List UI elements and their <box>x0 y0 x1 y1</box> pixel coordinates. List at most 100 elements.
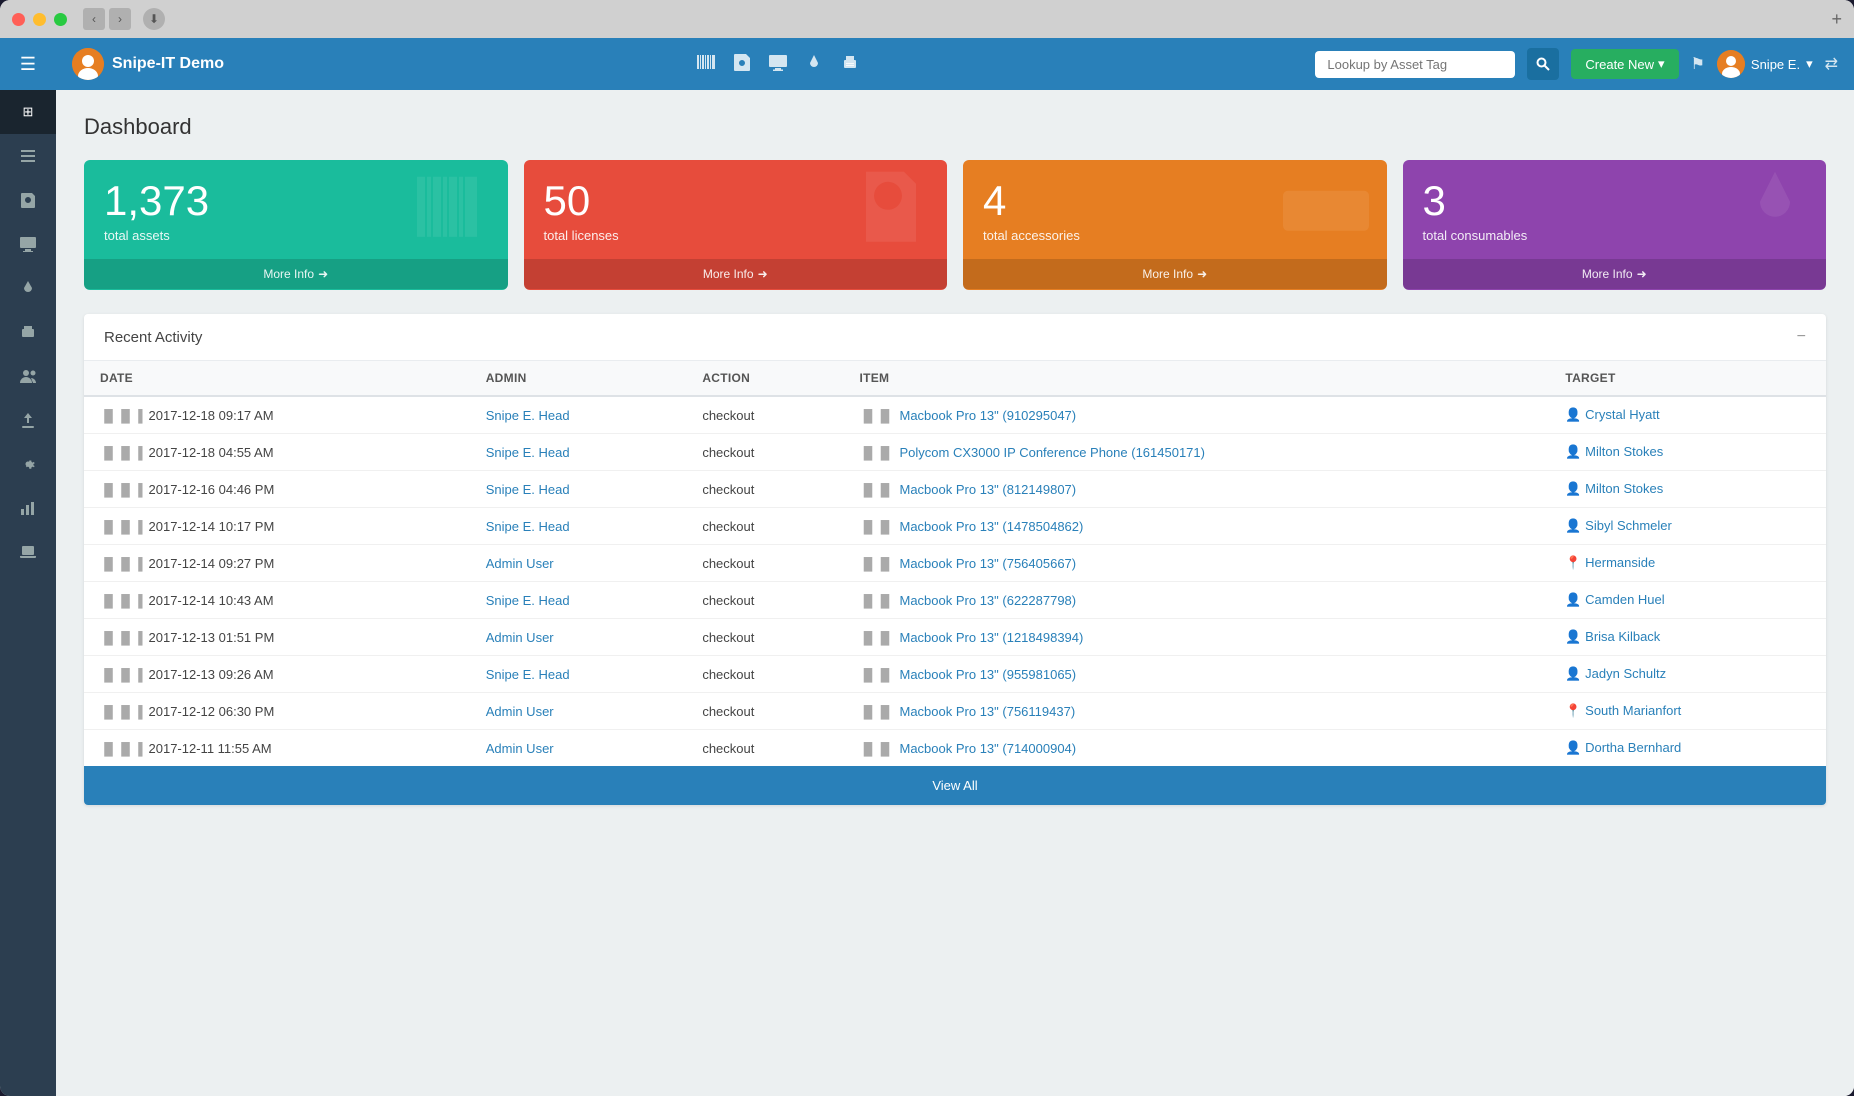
cell-admin[interactable]: Admin User <box>470 730 687 767</box>
admin-link[interactable]: Snipe E. Head <box>486 667 570 682</box>
asset-tag-search[interactable] <box>1315 51 1515 78</box>
sidebar-item-dashboard[interactable]: ⊞ <box>0 90 56 134</box>
laptop-icon <box>19 543 37 561</box>
create-new-button[interactable]: Create New ▾ <box>1571 49 1678 79</box>
save-nav-icon[interactable] <box>732 52 752 77</box>
sidebar-item-upload[interactable] <box>0 398 56 442</box>
close-button[interactable] <box>12 13 25 26</box>
sidebar-item-printers[interactable] <box>0 310 56 354</box>
admin-link[interactable]: Snipe E. Head <box>486 408 570 423</box>
cell-admin[interactable]: Snipe E. Head <box>470 471 687 508</box>
cell-admin[interactable]: Snipe E. Head <box>470 396 687 434</box>
user-menu[interactable]: Snipe E. ▾ <box>1717 50 1813 78</box>
cell-admin[interactable]: Admin User <box>470 545 687 582</box>
sidebar-item-consumables[interactable] <box>0 266 56 310</box>
barcode-nav-icon[interactable] <box>696 52 716 77</box>
sidebar-item-accessories[interactable] <box>0 222 56 266</box>
item-link[interactable]: Macbook Pro 13" (1478504862) <box>900 519 1084 534</box>
cell-item[interactable]: ▐▌▐▌Macbook Pro 13" (756405667) <box>843 545 1549 582</box>
cell-admin[interactable]: Snipe E. Head <box>470 582 687 619</box>
target-link[interactable]: 👤 Crystal Hyatt <box>1565 407 1659 422</box>
cell-item[interactable]: ▐▌▐▌Macbook Pro 13" (955981065) <box>843 656 1549 693</box>
item-link[interactable]: Macbook Pro 13" (622287798) <box>900 593 1077 608</box>
monitor-nav-icon[interactable] <box>768 52 788 77</box>
cell-target[interactable]: 👤 Sibyl Schmeler <box>1549 508 1826 545</box>
droplet-nav-icon[interactable] <box>804 52 824 77</box>
table-row: ▐▌▐▌▐2017-12-14 10:17 PMSnipe E. Headche… <box>84 508 1826 545</box>
admin-link[interactable]: Admin User <box>486 630 554 645</box>
minimize-button[interactable] <box>33 13 46 26</box>
cell-target[interactable]: 👤 Crystal Hyatt <box>1549 396 1826 434</box>
cell-item[interactable]: ▐▌▐▌Macbook Pro 13" (1478504862) <box>843 508 1549 545</box>
target-link[interactable]: 📍 South Marianfort <box>1565 703 1681 718</box>
cell-admin[interactable]: Snipe E. Head <box>470 508 687 545</box>
cell-admin[interactable]: Snipe E. Head <box>470 434 687 471</box>
sidebar-item-users[interactable] <box>0 354 56 398</box>
cell-item[interactable]: ▐▌▐▌Polycom CX3000 IP Conference Phone (… <box>843 434 1549 471</box>
brand[interactable]: Snipe-IT Demo <box>72 48 224 80</box>
sidebar-item-reports[interactable] <box>0 486 56 530</box>
sidebar-item-kiosk[interactable] <box>0 530 56 574</box>
back-button[interactable]: ‹ <box>83 8 105 30</box>
cell-item[interactable]: ▐▌▐▌Macbook Pro 13" (1218498394) <box>843 619 1549 656</box>
cell-item[interactable]: ▐▌▐▌Macbook Pro 13" (910295047) <box>843 396 1549 434</box>
admin-link[interactable]: Snipe E. Head <box>486 445 570 460</box>
cell-item[interactable]: ▐▌▐▌Macbook Pro 13" (714000904) <box>843 730 1549 767</box>
target-link[interactable]: 👤 Milton Stokes <box>1565 444 1663 459</box>
item-link[interactable]: Macbook Pro 13" (1218498394) <box>900 630 1084 645</box>
item-link[interactable]: Macbook Pro 13" (955981065) <box>900 667 1077 682</box>
item-link[interactable]: Macbook Pro 13" (756405667) <box>900 556 1077 571</box>
admin-link[interactable]: Snipe E. Head <box>486 482 570 497</box>
accessories-more-info[interactable]: More Info ➜ <box>963 259 1387 289</box>
target-link[interactable]: 👤 Dortha Bernhard <box>1565 740 1681 755</box>
main-area: Snipe-IT Demo <box>56 38 1854 1096</box>
sidebar-brand[interactable]: ☰ <box>0 38 56 90</box>
admin-link[interactable]: Admin User <box>486 704 554 719</box>
admin-link[interactable]: Admin User <box>486 741 554 756</box>
maximize-button[interactable] <box>54 13 67 26</box>
flag-icon[interactable]: ⚑ <box>1691 54 1705 74</box>
cell-admin[interactable]: Admin User <box>470 693 687 730</box>
cell-item[interactable]: ▐▌▐▌Macbook Pro 13" (756119437) <box>843 693 1549 730</box>
admin-link[interactable]: Snipe E. Head <box>486 593 570 608</box>
target-link[interactable]: 👤 Brisa Kilback <box>1565 629 1660 644</box>
target-link[interactable]: 👤 Camden Huel <box>1565 592 1664 607</box>
sidebar-item-settings[interactable] <box>0 442 56 486</box>
print-nav-icon[interactable] <box>840 52 860 77</box>
cell-target[interactable]: 👤 Milton Stokes <box>1549 434 1826 471</box>
admin-link[interactable]: Admin User <box>486 556 554 571</box>
cell-item[interactable]: ▐▌▐▌Macbook Pro 13" (622287798) <box>843 582 1549 619</box>
sidebar-item-licenses[interactable] <box>0 178 56 222</box>
item-link[interactable]: Macbook Pro 13" (756119437) <box>900 704 1076 719</box>
user-icon: 👤 <box>1565 518 1585 533</box>
sidebar-item-assets[interactable] <box>0 134 56 178</box>
cell-target[interactable]: 📍 South Marianfort <box>1549 693 1826 730</box>
item-link[interactable]: Polycom CX3000 IP Conference Phone (1614… <box>900 445 1205 460</box>
cell-target[interactable]: 👤 Milton Stokes <box>1549 471 1826 508</box>
admin-link[interactable]: Snipe E. Head <box>486 519 570 534</box>
target-link[interactable]: 👤 Milton Stokes <box>1565 481 1663 496</box>
cell-admin[interactable]: Snipe E. Head <box>470 656 687 693</box>
target-link[interactable]: 👤 Jadyn Schultz <box>1565 666 1666 681</box>
share-icon[interactable]: ⇄ <box>1825 54 1838 74</box>
cell-target[interactable]: 👤 Brisa Kilback <box>1549 619 1826 656</box>
search-button[interactable] <box>1527 48 1559 80</box>
cell-target[interactable]: 👤 Dortha Bernhard <box>1549 730 1826 767</box>
item-link[interactable]: Macbook Pro 13" (910295047) <box>900 408 1077 423</box>
new-tab-button[interactable]: + <box>1831 9 1842 30</box>
download-button[interactable]: ⬇ <box>143 8 165 30</box>
view-all-button[interactable]: View All <box>84 766 1826 805</box>
table-head: Date Admin Action Item Target <box>84 361 1826 396</box>
item-link[interactable]: Macbook Pro 13" (714000904) <box>900 741 1077 756</box>
cell-item[interactable]: ▐▌▐▌Macbook Pro 13" (812149807) <box>843 471 1549 508</box>
target-link[interactable]: 📍 Hermanside <box>1565 555 1655 570</box>
cell-admin[interactable]: Admin User <box>470 619 687 656</box>
cell-target[interactable]: 📍 Hermanside <box>1549 545 1826 582</box>
collapse-button[interactable]: − <box>1797 328 1806 346</box>
consumables-bg-icon <box>1740 167 1810 264</box>
item-link[interactable]: Macbook Pro 13" (812149807) <box>900 482 1077 497</box>
target-link[interactable]: 👤 Sibyl Schmeler <box>1565 518 1672 533</box>
cell-target[interactable]: 👤 Jadyn Schultz <box>1549 656 1826 693</box>
forward-button[interactable]: › <box>109 8 131 30</box>
cell-target[interactable]: 👤 Camden Huel <box>1549 582 1826 619</box>
